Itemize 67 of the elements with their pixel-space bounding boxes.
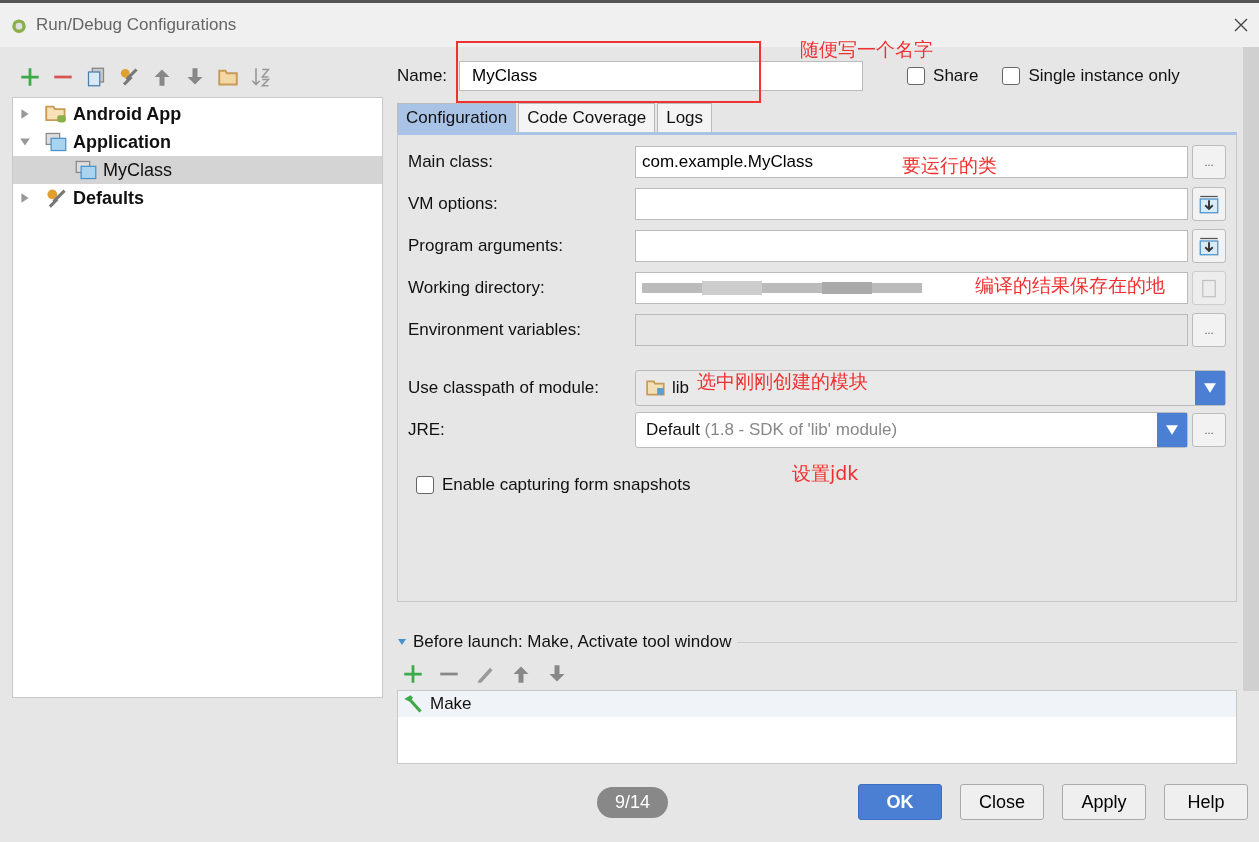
jre-dropdown[interactable]: Default (1.8 - SDK of 'lib' module): [635, 412, 1188, 448]
dialog-button[interactable]: Help: [1164, 784, 1249, 820]
tree-item[interactable]: MyClass: [13, 156, 382, 184]
arrow-up-icon[interactable]: [511, 664, 531, 684]
browse-button[interactable]: ...: [1192, 145, 1226, 179]
share-checkbox[interactable]: Share: [907, 66, 979, 86]
text-field[interactable]: [635, 272, 1188, 304]
insert-button[interactable]: [1192, 187, 1226, 221]
tab[interactable]: Logs: [657, 103, 713, 132]
hammer-icon: [402, 694, 424, 714]
field-label: Main class:: [408, 152, 495, 172]
task-item[interactable]: Make: [398, 691, 1236, 717]
module-folder-icon: [646, 379, 666, 397]
field-label: Use classpath of module:: [408, 378, 600, 398]
copy-icon[interactable]: [86, 67, 106, 87]
sort-icon[interactable]: [251, 67, 271, 87]
expand-arrow-icon[interactable]: [19, 136, 31, 148]
field-label: Program arguments:: [408, 236, 564, 256]
insert-icon: [1199, 194, 1219, 214]
tab[interactable]: Configuration: [397, 103, 517, 132]
android-icon: [10, 16, 28, 34]
annotation-text: 编译的结果保存在的地: [975, 273, 1165, 298]
scrollbar[interactable]: [1243, 47, 1259, 691]
text-field[interactable]: [635, 188, 1188, 220]
annotation-text: 选中刚刚创建的模块: [697, 369, 868, 394]
field-label: VM options:: [408, 194, 499, 214]
arrow-up-icon[interactable]: [152, 67, 172, 87]
expand-arrow-icon[interactable]: [19, 108, 31, 120]
annotation-text: 设置jdk: [792, 461, 859, 486]
tree-item[interactable]: Application: [13, 128, 382, 156]
tree-item[interactable]: Defaults: [13, 184, 382, 212]
page-counter: 9/14: [597, 786, 669, 818]
wrench-icon: [45, 188, 67, 208]
window-title: Run/Debug Configurations: [36, 15, 238, 35]
field-label: JRE:: [408, 420, 446, 440]
wrench-icon[interactable]: [119, 67, 139, 87]
arrow-down-icon[interactable]: [185, 67, 205, 87]
browse-button[interactable]: [1192, 271, 1226, 305]
insert-button[interactable]: [1192, 229, 1226, 263]
document-icon: [1199, 278, 1219, 298]
field-label: Working directory:: [408, 278, 546, 298]
annotation-text: 随便写一个名字: [800, 37, 933, 62]
android-folder-icon: [45, 104, 67, 124]
browse-button[interactable]: ...: [1192, 313, 1226, 347]
tab[interactable]: Code Coverage: [518, 103, 656, 132]
single-instance-checkbox[interactable]: Single instance only: [1002, 66, 1180, 86]
dialog-button[interactable]: Apply: [1062, 784, 1147, 820]
field-label: Environment variables:: [408, 320, 582, 340]
dialog-button[interactable]: Close: [960, 784, 1045, 820]
tree-item[interactable]: Android App: [13, 100, 382, 128]
insert-icon: [1199, 236, 1219, 256]
add-icon[interactable]: [20, 67, 40, 87]
close-icon[interactable]: [1233, 17, 1249, 33]
name-field[interactable]: MyClass: [459, 61, 864, 91]
arrow-down-icon[interactable]: [547, 664, 567, 684]
add-icon[interactable]: [403, 664, 423, 684]
name-label: Name:: [397, 66, 448, 86]
ok-button[interactable]: OK: [858, 784, 943, 820]
window-icon: [45, 132, 67, 152]
collapse-icon[interactable]: [397, 637, 407, 647]
browse-button[interactable]: ...: [1192, 413, 1226, 447]
expand-arrow-icon[interactable]: [19, 192, 31, 204]
folder-icon[interactable]: [218, 67, 238, 87]
window-icon: [75, 160, 97, 180]
text-field[interactable]: [635, 230, 1188, 262]
annotation-text: 要运行的类: [902, 153, 997, 178]
section-title: Before launch: Make, Activate tool window: [413, 632, 732, 652]
